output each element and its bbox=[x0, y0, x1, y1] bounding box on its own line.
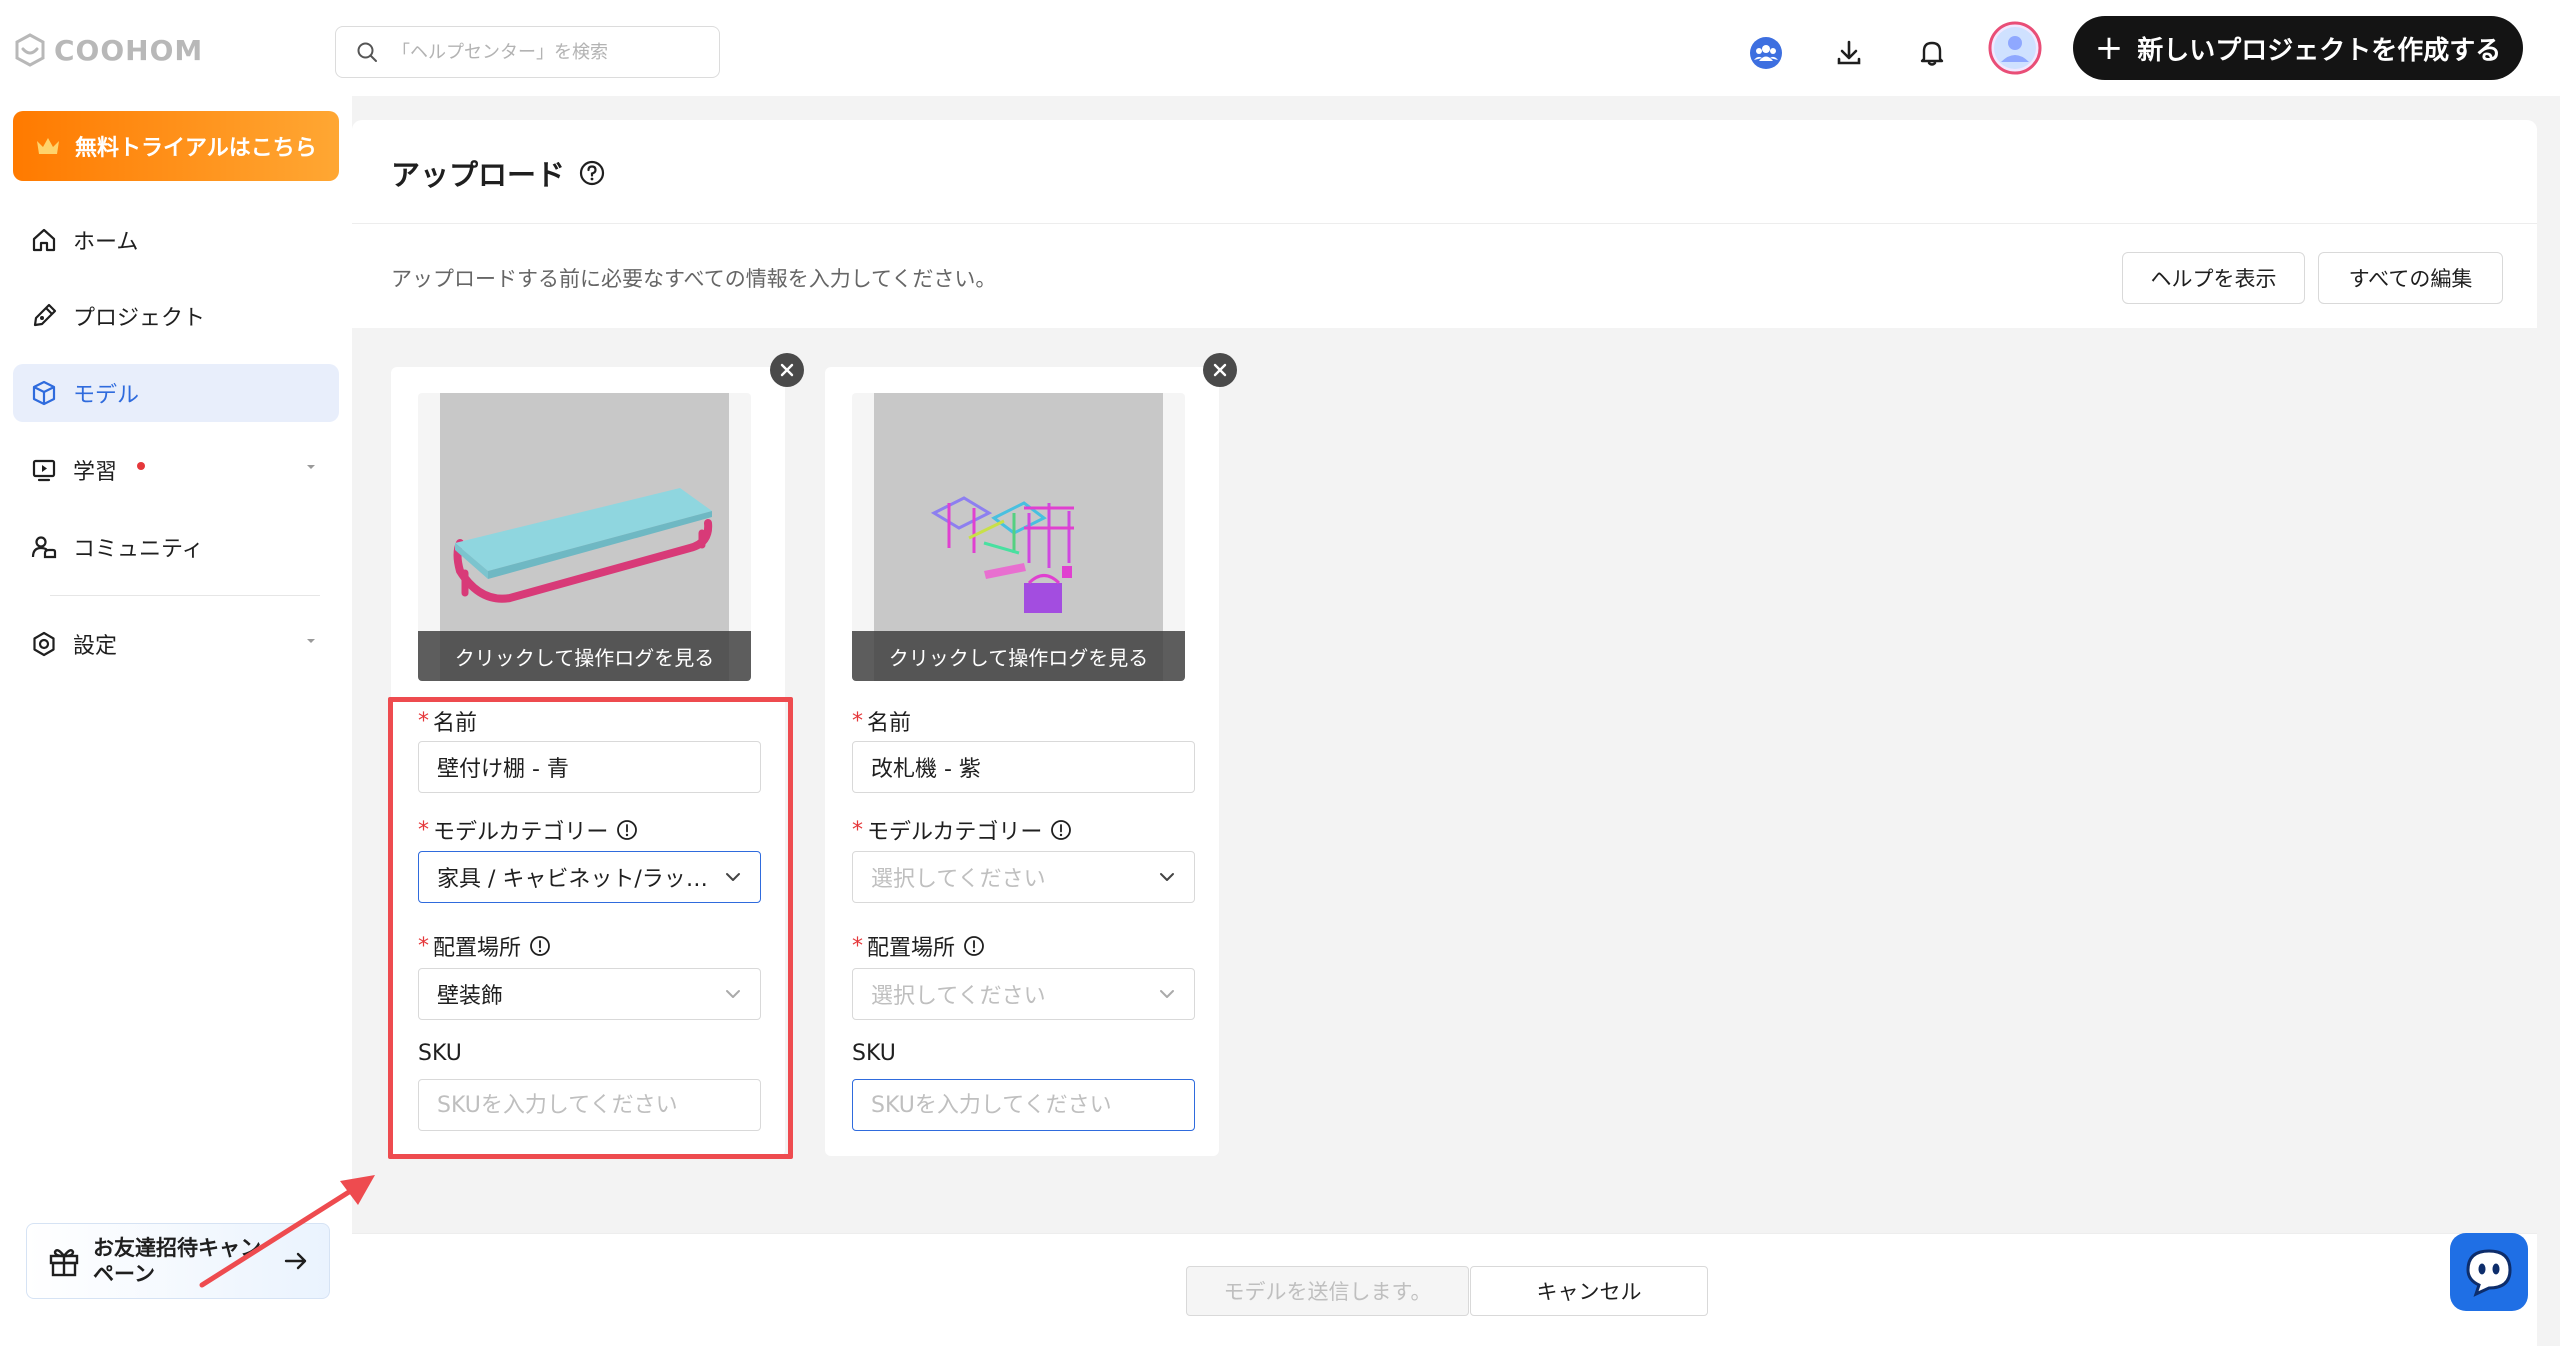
page-title-text: アップロード bbox=[391, 158, 566, 192]
view-log-caption: クリックして操作ログを見る bbox=[852, 631, 1185, 681]
user-avatar[interactable] bbox=[1988, 21, 2042, 75]
learning-screen-icon bbox=[32, 459, 56, 482]
required-asterisk: * bbox=[852, 708, 863, 734]
new-project-button[interactable]: + 新しいプロジェクトを作成する bbox=[2073, 16, 2523, 80]
model-thumbnail[interactable]: クリックして操作ログを見る bbox=[418, 393, 751, 681]
sidebar-item-label: 学習 bbox=[73, 460, 118, 485]
cancel-button[interactable]: キャンセル bbox=[1470, 1266, 1708, 1316]
category-label-text: モデルカテゴリー bbox=[867, 820, 1043, 845]
remove-model-button[interactable] bbox=[770, 353, 804, 387]
chat-bot-icon bbox=[2466, 1249, 2512, 1297]
name-value: 改札機 - 紫 bbox=[871, 757, 981, 782]
placement-label: * 配置場所 bbox=[852, 930, 985, 962]
brand-name: COOHOM bbox=[54, 33, 204, 67]
bell-icon bbox=[1920, 41, 1944, 66]
placement-placeholder: 選択してください bbox=[871, 984, 1046, 1009]
page-title: アップロード bbox=[391, 152, 605, 194]
annotation-highlight-box bbox=[388, 697, 793, 1159]
required-asterisk: * bbox=[852, 933, 863, 959]
name-label: * 名前 bbox=[852, 705, 911, 737]
category-label: * モデルカテゴリー bbox=[852, 814, 1072, 846]
close-icon bbox=[780, 363, 794, 377]
sidebar-item-community[interactable]: コミュニティ bbox=[13, 518, 339, 576]
annotation-arrow bbox=[199, 1175, 375, 1288]
notification-dot bbox=[137, 462, 146, 470]
submit-model-button[interactable]: モデルを送信します。 bbox=[1186, 1266, 1469, 1316]
team-icon bbox=[1750, 37, 1782, 69]
download-icon bbox=[1837, 40, 1861, 65]
name-label-text: 名前 bbox=[867, 711, 912, 736]
name-input[interactable]: 改札機 - 紫 bbox=[852, 741, 1195, 793]
coohom-logo-icon bbox=[15, 33, 45, 67]
team-button[interactable] bbox=[1739, 26, 1793, 80]
help-circle-icon[interactable] bbox=[579, 160, 605, 186]
search-icon bbox=[357, 42, 377, 62]
plus-icon: + bbox=[2094, 28, 2124, 68]
sidebar-item-learning[interactable]: 学習 bbox=[13, 441, 339, 499]
edit-all-button[interactable]: すべての編集 bbox=[2318, 252, 2503, 304]
free-trial-button[interactable]: 無料トライアルはこちら bbox=[13, 111, 339, 181]
placement-select[interactable]: 選択してください bbox=[852, 968, 1195, 1020]
model-thumbnail[interactable]: クリックして操作ログを見る bbox=[852, 393, 1185, 681]
project-icon bbox=[33, 303, 57, 327]
sidebar-divider bbox=[50, 595, 320, 596]
info-icon[interactable] bbox=[963, 935, 985, 957]
crown-icon bbox=[37, 138, 59, 154]
gift-icon bbox=[49, 1249, 79, 1277]
sku-input[interactable] bbox=[871, 1092, 1176, 1118]
sidebar-item-label: 設定 bbox=[73, 634, 118, 659]
sku-field[interactable] bbox=[852, 1079, 1195, 1131]
notifications-button[interactable] bbox=[1905, 26, 1959, 80]
gear-icon bbox=[33, 631, 55, 657]
cube-icon bbox=[32, 380, 56, 406]
sidebar-item-label: ホーム bbox=[73, 230, 139, 255]
caret-down-icon bbox=[307, 465, 315, 469]
required-asterisk: * bbox=[852, 817, 863, 843]
close-icon bbox=[1213, 363, 1227, 377]
help-search-bar[interactable] bbox=[335, 26, 720, 78]
category-select[interactable]: 選択してください bbox=[852, 851, 1195, 903]
free-trial-label: 無料トライアルはこちら bbox=[75, 136, 317, 161]
remove-model-button[interactable] bbox=[1203, 353, 1237, 387]
avatar-icon bbox=[1988, 21, 2042, 75]
help-search-input[interactable] bbox=[392, 41, 712, 63]
info-icon[interactable] bbox=[1050, 819, 1072, 841]
community-icon bbox=[31, 536, 57, 559]
footer-divider bbox=[352, 1233, 2537, 1234]
chevron-down-icon bbox=[1160, 990, 1174, 998]
page-instruction: アップロードする前に必要なすべての情報を入力してください。 bbox=[391, 267, 997, 291]
sidebar-item-models[interactable]: モデル bbox=[13, 364, 339, 422]
home-icon bbox=[32, 228, 56, 252]
sku-label-text: SKU bbox=[852, 1041, 896, 1066]
sidebar-item-label: プロジェクト bbox=[73, 306, 206, 331]
view-log-caption: クリックして操作ログを見る bbox=[418, 631, 751, 681]
chat-support-button[interactable] bbox=[2450, 1233, 2528, 1311]
sidebar-item-label: モデル bbox=[73, 383, 140, 408]
sku-label: SKU bbox=[852, 1041, 896, 1066]
sidebar-item-projects[interactable]: プロジェクト bbox=[13, 287, 339, 345]
new-project-label: 新しいプロジェクトを作成する bbox=[2137, 35, 2502, 66]
show-help-button[interactable]: ヘルプを表示 bbox=[2122, 252, 2305, 304]
sidebar-item-label: コミュニティ bbox=[73, 537, 204, 562]
category-placeholder: 選択してください bbox=[871, 867, 1046, 892]
chevron-down-icon bbox=[1160, 873, 1174, 881]
download-button[interactable] bbox=[1822, 26, 1876, 80]
brand-logo[interactable]: COOHOM bbox=[12, 30, 203, 70]
title-divider bbox=[352, 223, 2537, 224]
sidebar-item-settings[interactable]: 設定 bbox=[13, 615, 339, 673]
sidebar-item-home[interactable]: ホーム bbox=[13, 211, 339, 269]
placement-label-text: 配置場所 bbox=[867, 936, 956, 961]
caret-down-icon bbox=[307, 639, 315, 643]
